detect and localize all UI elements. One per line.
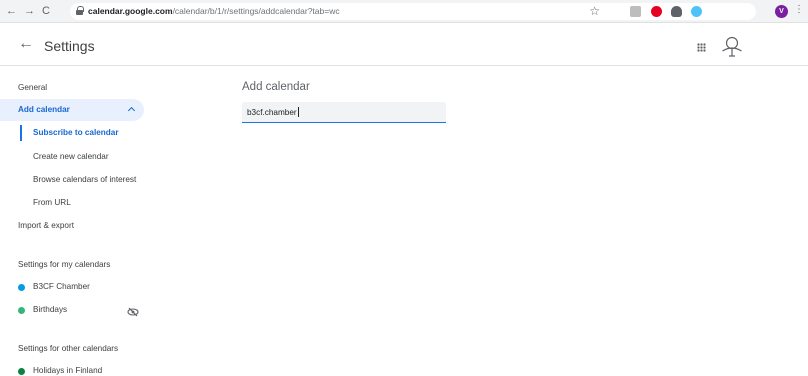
sidebar-item-add-calendar[interactable]: Add calendar: [0, 99, 144, 121]
settings-header: ← Settings: [0, 24, 808, 66]
browser-toolbar: ← → C calendar.google.com/calendar/b/1/r…: [0, 0, 808, 23]
extension-icon[interactable]: [630, 6, 641, 17]
text-caret: [298, 107, 299, 117]
url-text: calendar.google.com/calendar/b/1/r/setti…: [88, 6, 340, 17]
sidebar-item-from-url[interactable]: From URL: [33, 192, 71, 214]
chevron-up-icon: [127, 106, 136, 115]
browser-profile-avatar[interactable]: V: [775, 5, 788, 18]
atom-extension-icon[interactable]: [691, 6, 702, 17]
sidebar-item-browse[interactable]: Browse calendars of interest: [33, 169, 136, 191]
sidebar-item-create-new[interactable]: Create new calendar: [33, 146, 109, 168]
pinterest-extension-icon[interactable]: [651, 6, 662, 17]
settings-sidebar: General Add calendar Subscribe to calend…: [0, 67, 160, 376]
sidebar-item-subscribe[interactable]: Subscribe to calendar: [33, 122, 119, 144]
back-arrow-icon[interactable]: ←: [18, 35, 34, 53]
apps-grid-icon[interactable]: [697, 43, 706, 52]
lock-icon: [76, 6, 84, 15]
section-title: Add calendar: [242, 81, 310, 93]
my-calendars-heading: Settings for my calendars: [18, 260, 111, 269]
bookmark-star-icon[interactable]: ☆: [589, 4, 600, 18]
account-avatar-icon[interactable]: [720, 35, 744, 59]
sidebar-item-birthdays[interactable]: Birthdays: [33, 303, 67, 317]
sidebar-item-add-calendar-label: Add calendar: [18, 105, 70, 114]
sidebar-item-general[interactable]: General: [18, 77, 47, 99]
sidebar-item-holidays-finland[interactable]: Holidays in Finland: [33, 364, 102, 376]
browser-back-button[interactable]: ←: [6, 4, 17, 18]
browser-forward-button[interactable]: →: [24, 4, 35, 18]
other-calendars-heading: Settings for other calendars: [18, 344, 119, 353]
url-domain: calendar.google.com: [88, 6, 173, 16]
page-title: Settings: [44, 38, 95, 54]
active-indicator: [20, 125, 22, 141]
sidebar-item-b3cf-chamber[interactable]: B3CF Chamber: [33, 280, 90, 294]
eye-off-icon[interactable]: [127, 307, 139, 317]
browser-menu-icon[interactable]: ⋮: [794, 4, 804, 15]
calendar-search-field[interactable]: [242, 102, 446, 123]
cloud-extension-icon[interactable]: [671, 6, 682, 17]
calendar-color-dot: [18, 307, 25, 314]
sidebar-item-import-export[interactable]: Import & export: [18, 215, 74, 237]
calendar-color-dot: [18, 368, 25, 375]
browser-reload-button[interactable]: C: [42, 4, 50, 18]
calendar-search-input[interactable]: [247, 105, 437, 120]
url-path: /calendar/b/1/r/settings/addcalendar?tab…: [172, 6, 340, 16]
calendar-color-dot: [18, 284, 25, 291]
